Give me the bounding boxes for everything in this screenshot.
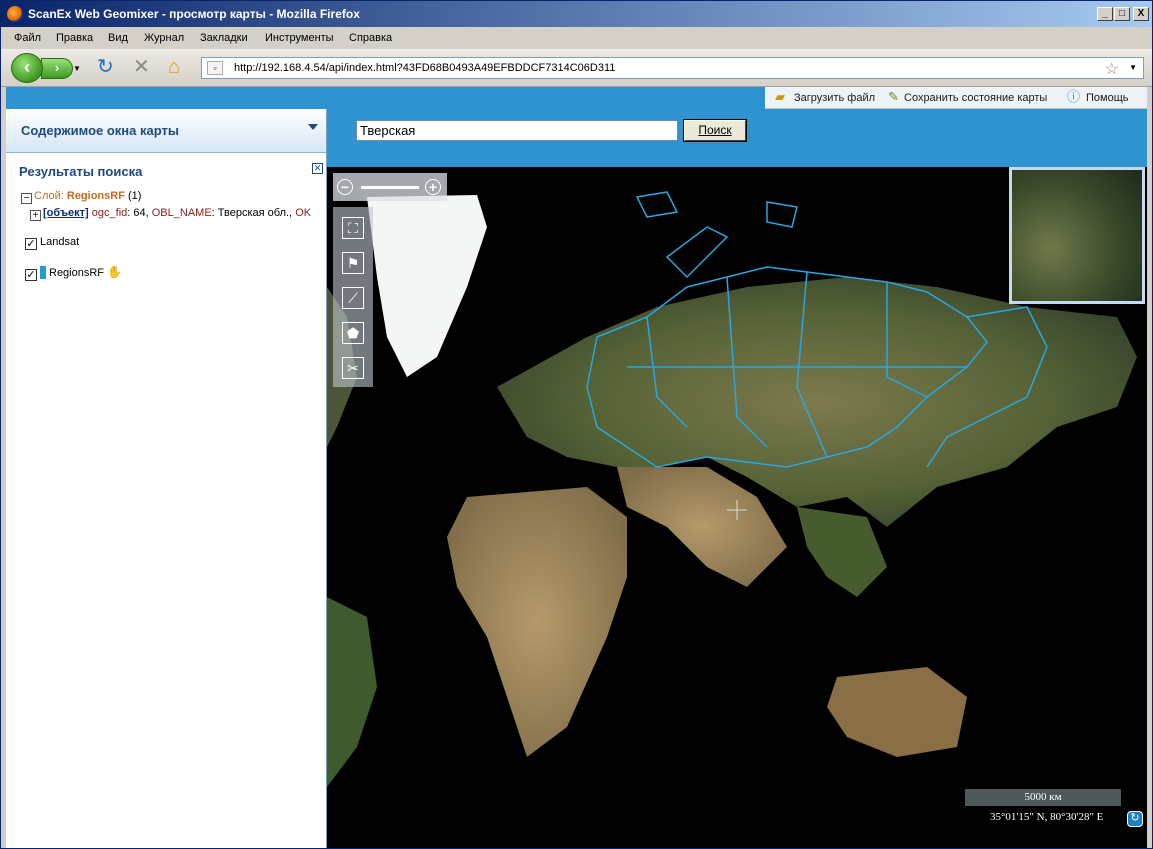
address-bar[interactable]: ▫ http://192.168.4.54/api/index.html?43F… xyxy=(201,57,1144,79)
novaya-zemlya-boundary xyxy=(665,226,729,279)
result-count: (1) xyxy=(128,190,142,202)
result-object-row: + [объект] ogc_fid: 64, OBL_NAME: Тверска… xyxy=(30,207,312,221)
reload-icon[interactable]: ↻ xyxy=(97,57,114,77)
window-title: ScanEx Web Geomixer - просмотр карты - M… xyxy=(28,7,360,21)
regionsrf-checkbox[interactable]: ✓ xyxy=(25,269,37,281)
stop-icon[interactable]: ✕ xyxy=(133,57,150,77)
url-dropdown-icon[interactable]: ▼ xyxy=(1129,63,1137,72)
menu-help[interactable]: Справка xyxy=(349,32,392,44)
history-dropdown-icon[interactable]: ▼ xyxy=(73,64,81,73)
header-toolbar: ▰ Загрузить файл ✎ Сохранить состояние к… xyxy=(765,87,1147,109)
south-america xyxy=(327,597,377,787)
search-input[interactable] xyxy=(356,120,678,141)
search-button[interactable]: Поиск xyxy=(683,119,747,142)
layer-prefix: Слой: xyxy=(34,190,64,202)
result-layer-row: − Слой: RegionsRF (1) xyxy=(21,190,141,204)
scale-bar: 5000 км xyxy=(965,789,1121,806)
menu-history[interactable]: Журнал xyxy=(144,32,184,44)
cursor-coordinates: 35°01'15" N, 80°30'28" E xyxy=(990,811,1104,823)
drawing-tools: ⛶ ⚑ ⟋ ⬟ ✂ xyxy=(333,207,373,387)
web-page: ▰ Загрузить файл ✎ Сохранить состояние к… xyxy=(6,87,1147,848)
attr-ok-key: OK xyxy=(295,207,312,219)
forward-button[interactable]: › xyxy=(41,58,73,79)
zoom-out-icon[interactable]: − xyxy=(337,179,353,195)
arctic-islands-boundary xyxy=(635,191,798,228)
firefox-icon xyxy=(7,6,23,22)
layer-row-regionsrf: ✓ RegionsRF ✋ xyxy=(25,265,122,281)
regionsrf-label[interactable]: RegionsRF xyxy=(49,267,104,279)
pan-tool-icon[interactable]: ⛶ xyxy=(342,217,364,239)
sidebar-title: Содержимое окна карты xyxy=(21,123,179,138)
layer-row-landsat: ✓ Landsat xyxy=(25,236,79,250)
greenland xyxy=(367,195,487,377)
coordinate-format-icon[interactable]: ↻ xyxy=(1127,811,1143,827)
map-view[interactable]: − + ⛶ ⚑ ⟋ ⬟ ✂ 5000 км 35°01'15" N, 80°30… xyxy=(327,167,1147,848)
navigation-toolbar: › ‹ ▼ ↻ ✕ ⌂ ▫ http://192.168.4.54/api/in… xyxy=(1,49,1152,87)
sidebar-header[interactable]: Содержимое окна карты xyxy=(6,109,326,153)
landsat-label[interactable]: Landsat xyxy=(40,236,79,248)
result-layer-name: RegionsRF xyxy=(66,190,125,202)
menu-tools[interactable]: Инструменты xyxy=(265,32,334,44)
minimize-button[interactable]: _ xyxy=(1097,7,1113,21)
attr-obl-name-value: : Тверская обл., xyxy=(211,207,293,219)
pencil-icon: ✎ xyxy=(888,89,899,104)
menu-file[interactable]: Файл xyxy=(14,32,41,44)
menu-edit[interactable]: Правка xyxy=(56,32,93,44)
folder-icon: ▰ xyxy=(775,89,785,104)
overview-mini-map[interactable] xyxy=(1009,167,1145,304)
attr-obl-name-key: OBL_NAME xyxy=(151,207,212,219)
expand-object-icon[interactable]: + xyxy=(30,210,41,221)
africa xyxy=(447,487,627,757)
home-icon[interactable]: ⌂ xyxy=(168,57,180,77)
scissors-tool-icon[interactable]: ✂ xyxy=(342,357,364,379)
save-state-link[interactable]: Сохранить состояние карты xyxy=(904,92,1047,104)
maximize-button[interactable]: □ xyxy=(1114,7,1130,21)
close-button[interactable]: X xyxy=(1133,7,1149,21)
layer-properties-icon[interactable]: ✋ xyxy=(107,265,122,279)
sidebar: Содержимое окна карты Результаты поиска … xyxy=(6,109,327,848)
zoom-in-icon[interactable]: + xyxy=(425,179,441,195)
zoom-slider[interactable] xyxy=(361,186,419,189)
menu-bar: Файл Правка Вид Журнал Закладки Инструме… xyxy=(1,27,1152,49)
site-identity-icon[interactable]: ▫ xyxy=(207,61,223,75)
browser-window: ScanEx Web Geomixer - просмотр карты - M… xyxy=(0,0,1153,849)
collapse-layer-icon[interactable]: − xyxy=(21,193,32,204)
southeast-asia xyxy=(797,507,887,597)
menu-bookmarks[interactable]: Закладки xyxy=(200,32,248,44)
title-bar: ScanEx Web Geomixer - просмотр карты - M… xyxy=(1,1,1152,27)
close-results-icon[interactable]: ✕ xyxy=(312,163,323,174)
collapse-icon[interactable] xyxy=(308,124,318,130)
upload-file-link[interactable]: Загрузить файл xyxy=(794,92,875,104)
attr-ogc-fid-value: : 64, xyxy=(127,207,149,219)
help-link[interactable]: Помощь xyxy=(1086,92,1129,104)
marker-tool-icon[interactable]: ⚑ xyxy=(342,252,364,274)
line-tool-icon[interactable]: ⟋ xyxy=(342,287,364,309)
bookmark-star-icon[interactable]: ☆ xyxy=(1105,59,1119,79)
object-link[interactable]: [объект] xyxy=(43,207,89,219)
menu-view[interactable]: Вид xyxy=(108,32,128,44)
australia xyxy=(827,667,967,757)
europe-asia-landmass xyxy=(497,277,1137,527)
back-button[interactable]: ‹ xyxy=(11,53,43,83)
url-text[interactable]: http://192.168.4.54/api/index.html?43FD6… xyxy=(234,62,615,74)
help-icon: ⓘ xyxy=(1067,89,1081,104)
regionsrf-color-swatch xyxy=(40,266,46,279)
search-results-title: Результаты поиска xyxy=(19,164,143,179)
attr-ogc-fid-key: ogc_fid xyxy=(91,207,128,219)
polygon-tool-icon[interactable]: ⬟ xyxy=(342,322,364,344)
zoom-control: − + xyxy=(333,173,447,201)
landsat-checkbox[interactable]: ✓ xyxy=(25,238,37,250)
